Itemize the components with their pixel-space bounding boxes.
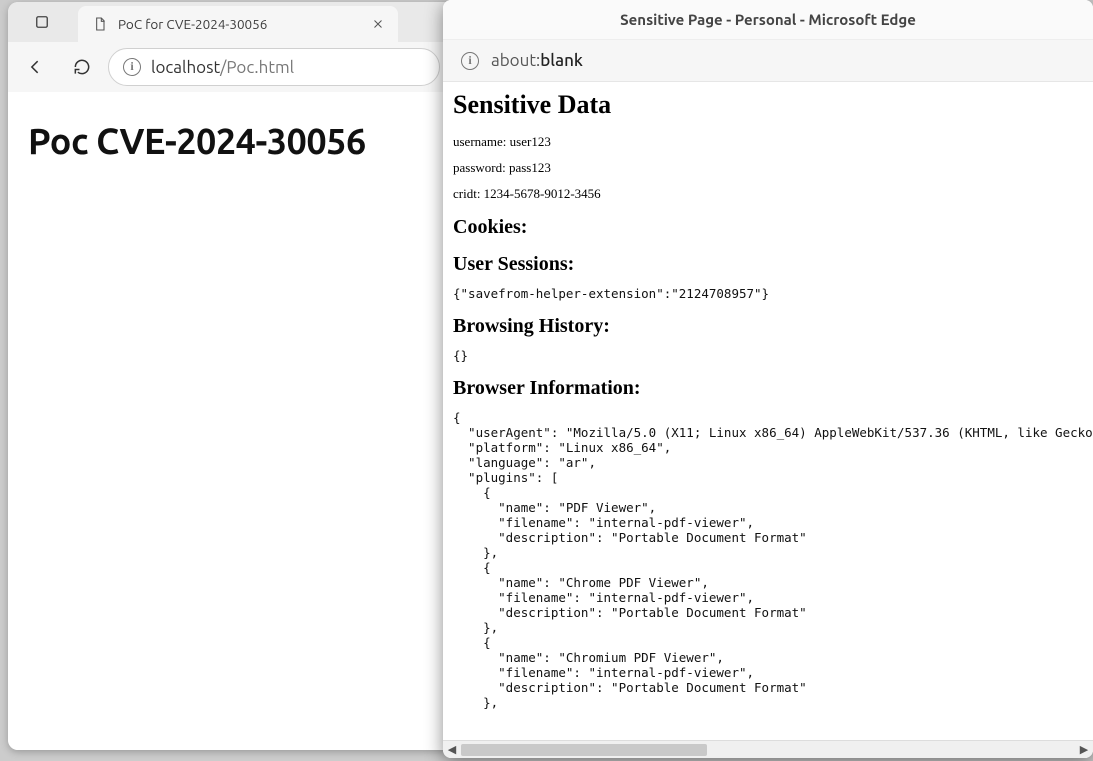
close-icon [371,17,385,31]
tab-title: PoC for CVE-2024-30056 [118,16,358,32]
sessions-json: {"savefrom-helper-extension":"2124708957… [453,286,1083,301]
main-browser-window: PoC for CVE-2024-30056 localhost/Poc.htm… [8,2,448,750]
page-content: Poc CVE-2024-30056 [8,92,448,750]
browser-info-json: { "userAgent": "Mozilla/5.0 (X11; Linux … [453,410,1083,710]
scroll-right-button[interactable]: ▶ [1075,741,1093,759]
popup-url-text: about:blank [491,51,583,70]
url-rest: blank [540,51,583,70]
tab-close-button[interactable] [368,14,388,34]
popup-titlebar[interactable]: Sensitive Page - Personal - Microsoft Ed… [443,0,1093,40]
site-info-icon[interactable] [123,58,141,76]
page-heading: Poc CVE-2024-30056 [28,120,428,161]
heading-browsing-history: Browsing History: [453,315,1083,338]
url-path: /Poc.html [220,58,294,77]
heading-browser-info: Browser Information: [453,377,1083,400]
heading-user-sessions: User Sessions: [453,253,1083,276]
url-host: localhost [151,58,220,77]
popup-page-content: Sensitive Data username: user123 passwor… [443,82,1093,758]
url-text: localhost/Poc.html [151,58,294,77]
history-json: {} [453,348,1083,363]
titlebar: PoC for CVE-2024-30056 [8,2,448,42]
text-password: password: pass123 [453,160,1083,176]
text-username: username: user123 [453,134,1083,150]
scroll-left-button[interactable]: ◀ [443,741,461,759]
site-info-icon[interactable] [461,52,479,70]
scroll-track[interactable] [461,741,1075,758]
tab-actions-button[interactable] [8,2,76,42]
text-cridt: cridt: 1234-5678-9012-3456 [453,186,1083,202]
url-scheme: about: [491,51,540,70]
popup-window: Sensitive Page - Personal - Microsoft Ed… [443,0,1093,758]
document-icon [92,16,108,32]
popup-window-title: Sensitive Page - Personal - Microsoft Ed… [620,11,916,28]
arrow-left-icon [26,57,46,77]
popup-address-bar[interactable]: about:blank [443,40,1093,82]
browser-tab[interactable]: PoC for CVE-2024-30056 [78,6,398,42]
scroll-thumb[interactable] [461,744,707,756]
back-button[interactable] [16,47,56,87]
horizontal-scrollbar[interactable]: ◀ ▶ [443,740,1093,758]
reload-icon [72,57,92,77]
heading-cookies: Cookies: [453,216,1083,239]
square-icon [33,13,51,31]
address-bar[interactable]: localhost/Poc.html [108,48,440,86]
reload-button[interactable] [62,47,102,87]
heading-sensitive-data: Sensitive Data [453,90,1083,120]
toolbar: localhost/Poc.html [8,42,448,92]
